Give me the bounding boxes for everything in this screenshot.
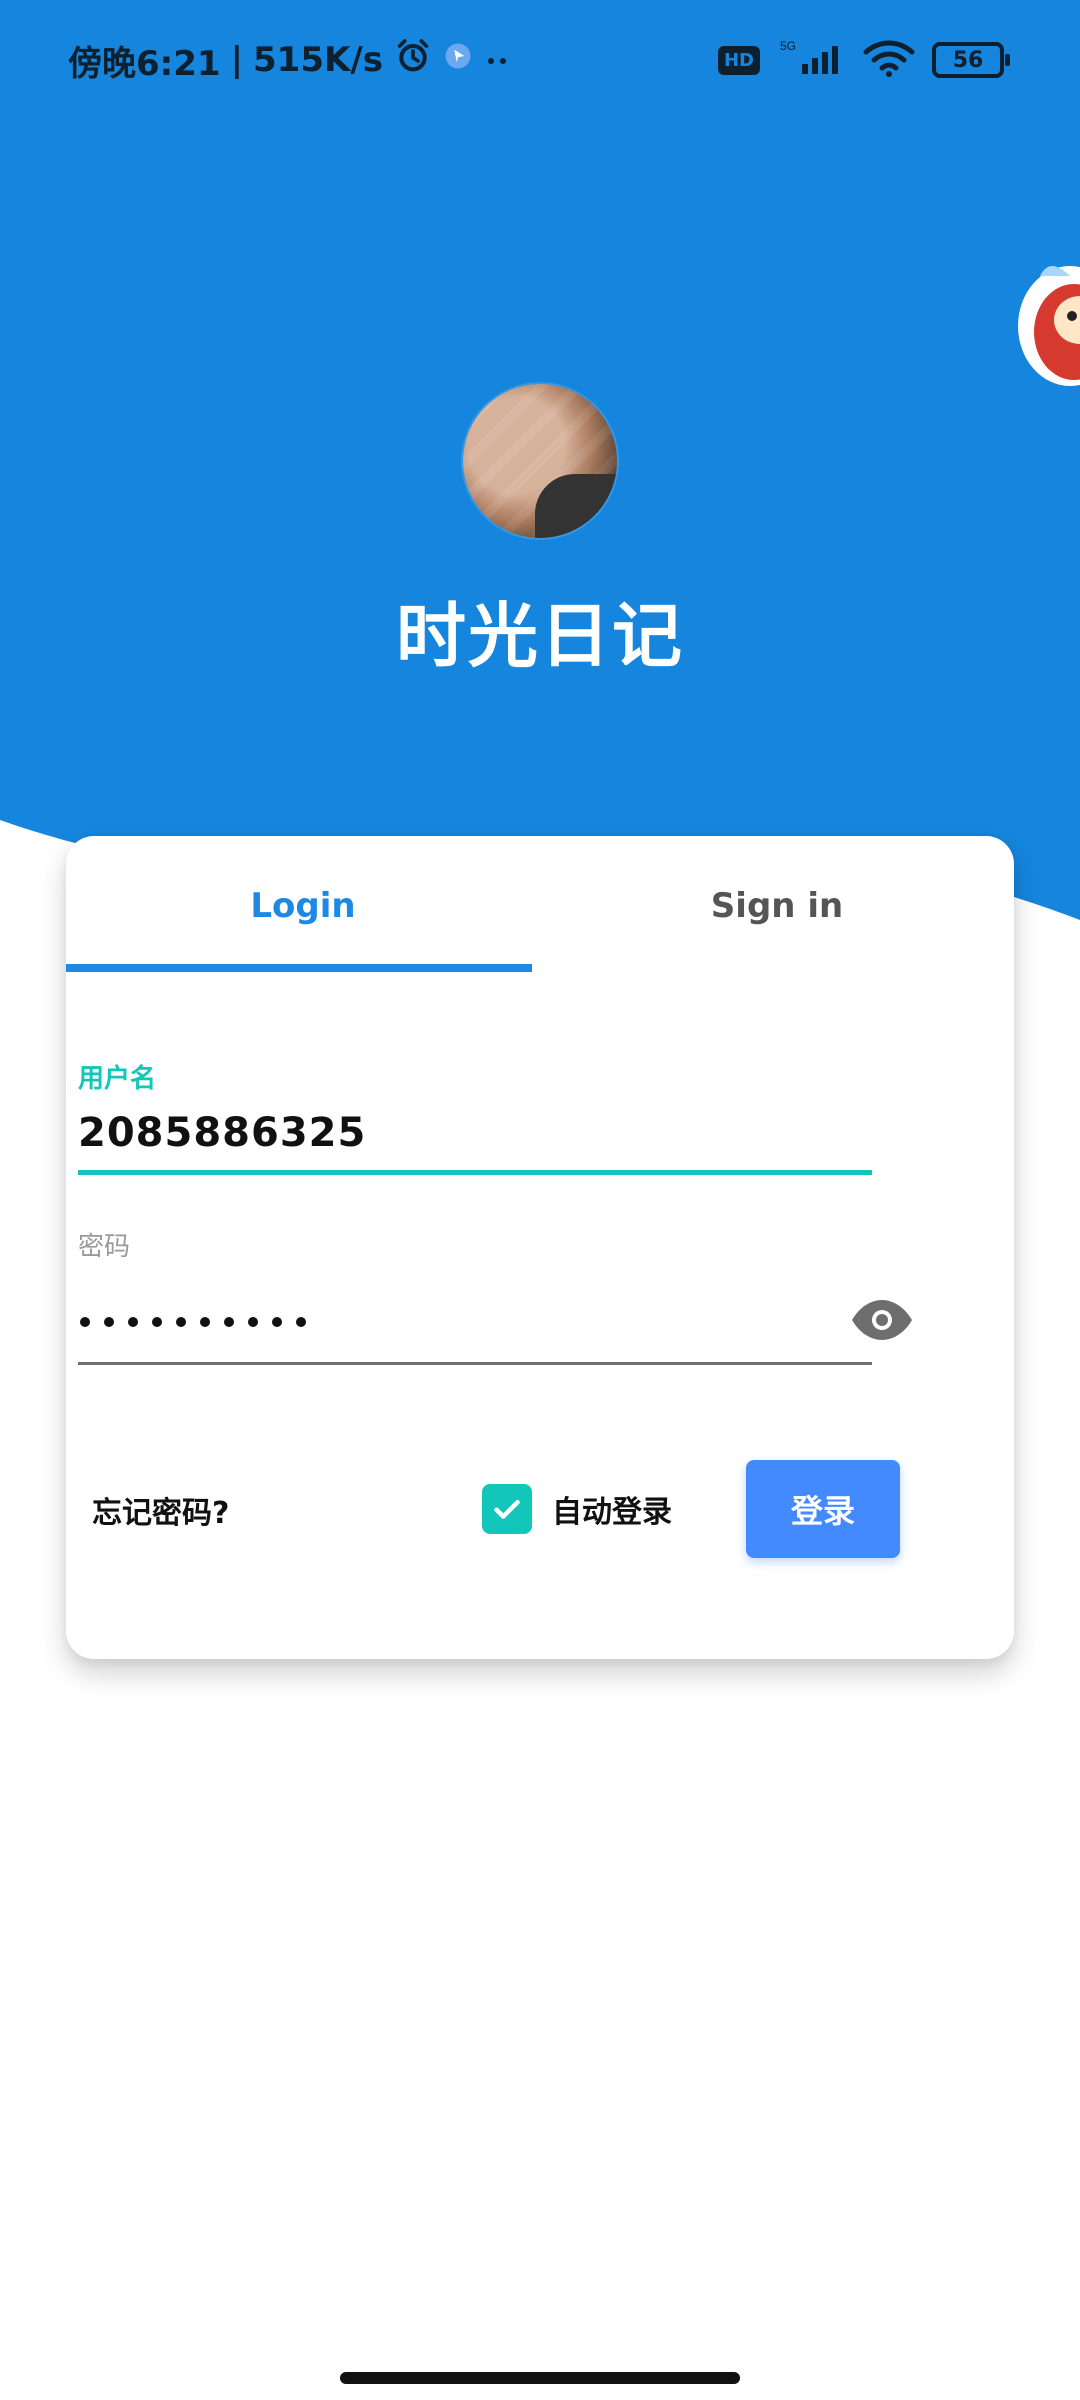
check-icon: [494, 1500, 520, 1519]
username-underline: [78, 1170, 872, 1175]
status-left: 傍晚6:21 | 515K/s: [68, 36, 513, 84]
password-dot: [104, 1317, 114, 1327]
password-dot: [200, 1317, 210, 1327]
more-dots-icon: [483, 40, 513, 80]
app-notification-icon: [443, 40, 473, 80]
password-dot: [248, 1317, 258, 1327]
tab-login[interactable]: Login: [66, 836, 540, 976]
divider: |: [230, 40, 243, 80]
username-label: 用户名: [78, 1064, 157, 1094]
password-dot: [152, 1317, 162, 1327]
mascot-sticker-icon: [1018, 266, 1080, 386]
password-dot: [296, 1317, 306, 1327]
show-password-icon[interactable]: [850, 1296, 914, 1344]
avatar: [463, 384, 617, 538]
app-title: 时光日记: [396, 595, 684, 677]
signal-icon: 5G: [776, 38, 846, 82]
tab-bar: Login Sign in: [66, 836, 1014, 976]
network-label: 5G: [780, 39, 796, 53]
auto-login-checkbox[interactable]: [482, 1484, 532, 1534]
avatar-shirt: [535, 474, 617, 538]
battery-level: 56: [952, 47, 984, 73]
password-dot: [176, 1317, 186, 1327]
tab-signin[interactable]: Sign in: [540, 836, 1014, 976]
hd-badge: HD: [717, 45, 760, 75]
wifi-icon: [862, 38, 916, 82]
status-right: HD 5G 56: [717, 34, 1010, 86]
battery-icon: 56: [932, 42, 1010, 78]
auto-login-label: 自动登录: [552, 1495, 672, 1530]
password-dot: [224, 1317, 234, 1327]
auto-login[interactable]: 自动登录: [482, 1484, 672, 1534]
password-dot: [80, 1317, 90, 1327]
status-bar: 傍晚6:21 | 515K/s HD 5G 56: [0, 0, 1080, 120]
login-button[interactable]: 登录: [746, 1460, 900, 1558]
password-dot: [272, 1317, 282, 1327]
password-input[interactable]: [80, 1302, 800, 1342]
forgot-password-link[interactable]: 忘记密码?: [92, 1488, 229, 1531]
username-input[interactable]: 2085886325: [78, 1110, 858, 1166]
tab-indicator: [66, 964, 532, 972]
home-indicator[interactable]: [340, 2372, 740, 2384]
alarm-icon: [393, 36, 433, 85]
password-label: 密码: [78, 1232, 131, 1262]
time-text: 傍晚6:21: [68, 43, 221, 84]
password-underline: [78, 1362, 872, 1365]
network-speed: 515K/s: [253, 40, 383, 80]
password-dot: [128, 1317, 138, 1327]
